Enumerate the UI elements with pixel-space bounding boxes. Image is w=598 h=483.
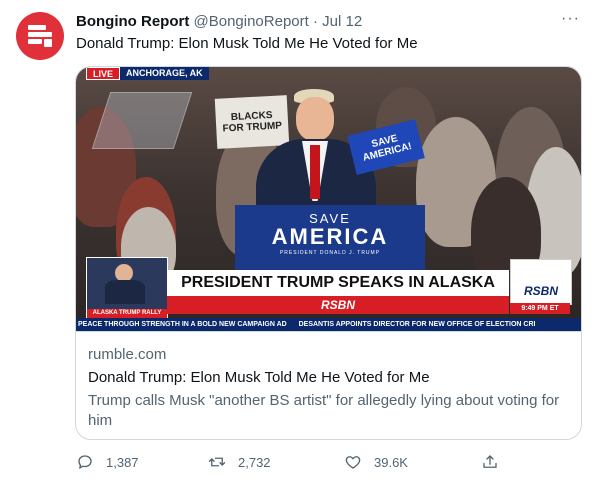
reply-count: 1,387	[106, 454, 139, 470]
brand-bar: RSBN	[167, 296, 509, 314]
like-button[interactable]: 39.6K	[344, 450, 408, 474]
tweet-text: Donald Trump: Elon Musk Told Me He Voted…	[76, 35, 418, 52]
retweet-button[interactable]: 2,732	[208, 450, 271, 474]
card-domain: rumble.com	[88, 346, 167, 363]
video-thumbnail[interactable]: BLACKS FOR TRUMP SAVE AMERICA! SAVE AMER…	[76, 67, 581, 331]
action-bar: 1,387 2,732 39.6K	[76, 450, 516, 474]
card-info[interactable]: rumble.com Donald Trump: Elon Musk Told …	[76, 331, 581, 439]
ticker-item-2: DESANTIS APPOINTS DIRECTOR FOR NEW OFFIC…	[298, 321, 536, 328]
lower-third: PRESIDENT TRUMP SPEAKS IN ALASKA	[167, 270, 509, 296]
author-handle[interactable]: @BonginoReport	[194, 13, 309, 30]
rsbn-logo-text: RSBN	[523, 284, 558, 298]
time-text: 9:49 PM ET	[521, 305, 559, 312]
card-title: Donald Trump: Elon Musk Told Me He Voted…	[88, 369, 430, 386]
inset-caption: ALASKA TRUMP RALLY	[87, 309, 167, 318]
reply-button[interactable]: 1,387	[76, 450, 139, 474]
rsbn-logo: RSBN	[510, 259, 572, 305]
podium-sign: SAVE AMERICA PRESIDENT DONALD J. TRUMP	[235, 205, 425, 271]
time-box: 9:49 PM ET	[510, 303, 570, 314]
location-label: ANCHORAGE, AK	[120, 67, 209, 80]
separator-dot: ·	[312, 13, 318, 30]
podium-line-2: AMERICA	[271, 224, 389, 249]
inset-video: ALASKA TRUMP RALLY	[86, 257, 168, 319]
author-name[interactable]: Bongino Report	[76, 13, 189, 30]
live-label: LIVE	[86, 67, 121, 80]
share-icon	[483, 455, 497, 468]
like-count: 39.6K	[374, 454, 408, 470]
tweet-date[interactable]: Jul 12	[322, 13, 362, 30]
more-icon[interactable]: ···	[561, 10, 580, 28]
tweet-header: Bongino Report @BonginoReport · Jul 12	[76, 12, 582, 32]
like-icon	[345, 456, 361, 469]
retweet-icon	[208, 457, 226, 467]
crowd-sign-right-text: SAVE AMERICA!	[361, 133, 413, 164]
ticker: PEACE THROUGH STRENGTH IN A BOLD NEW CAM…	[76, 318, 581, 331]
share-button[interactable]	[481, 450, 499, 474]
avatar[interactable]	[16, 12, 64, 60]
brand-text: RSBN	[320, 298, 355, 312]
teleprompter	[91, 92, 193, 149]
link-card[interactable]: BLACKS FOR TRUMP SAVE AMERICA! SAVE AMER…	[75, 66, 582, 440]
live-badge: LIVE ANCHORAGE, AK	[86, 67, 209, 80]
reply-icon	[78, 455, 92, 469]
lower-third-text: PRESIDENT TRUMP SPEAKS IN ALASKA	[181, 274, 495, 291]
card-description: Trump calls Musk "another BS artist" for…	[88, 392, 560, 429]
newspaper-icon	[28, 25, 52, 47]
ticker-item-1: PEACE THROUGH STRENGTH IN A BOLD NEW CAM…	[78, 321, 287, 328]
podium-line-3: PRESIDENT DONALD J. TRUMP	[279, 250, 381, 256]
retweet-count: 2,732	[238, 454, 271, 470]
